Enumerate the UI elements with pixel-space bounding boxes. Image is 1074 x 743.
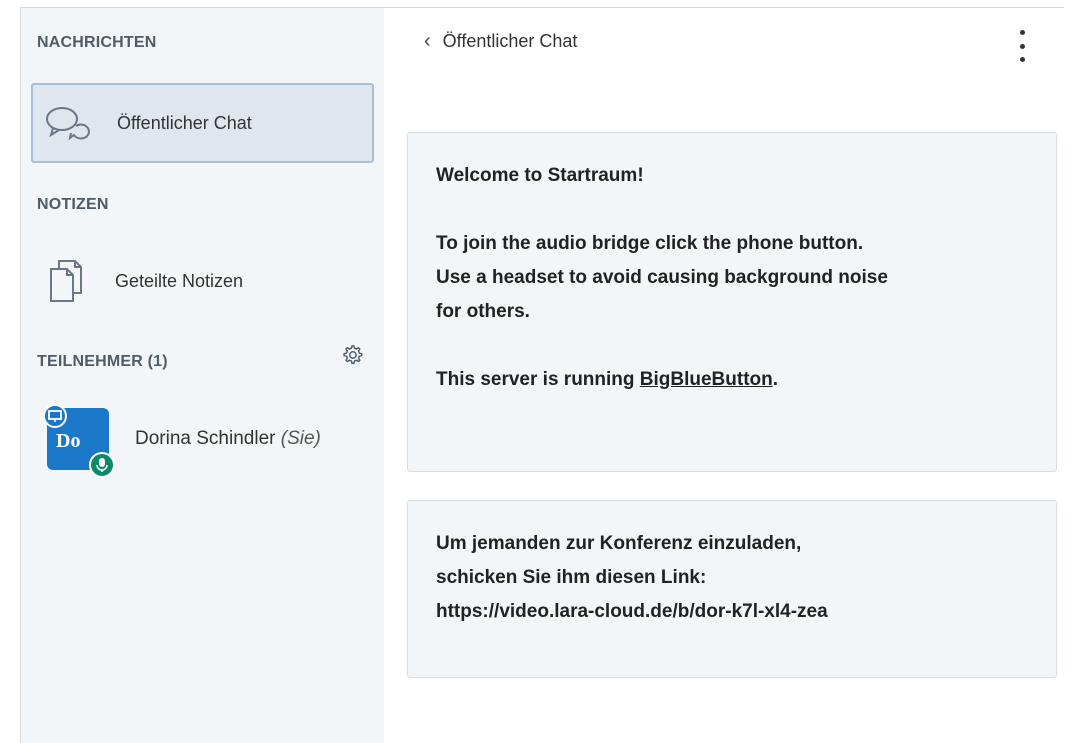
back-button[interactable]: ‹ Öffentlicher Chat [424, 30, 577, 53]
welcome-prefix: Welcome to [436, 165, 548, 186]
chevron-left-icon: ‹ [424, 30, 431, 52]
welcome-line-2: To join the audio bridge click the phone… [436, 233, 864, 254]
participants-section-title: TEILNEHMER (1) [37, 353, 168, 370]
chat-title: Öffentlicher Chat [442, 31, 578, 51]
avatar: Do [43, 404, 115, 478]
sidebar-item-public-chat[interactable]: Öffentlicher Chat [31, 83, 374, 163]
more-options-icon[interactable] [1014, 30, 1030, 62]
app-frame: NACHRICHTEN Öffentlicher Chat NOTIZEN Ge… [20, 7, 1064, 743]
welcome-line-1: Welcome to Startraum! [436, 159, 1028, 193]
avatar-initials: Do [56, 430, 81, 452]
bigbluebutton-link[interactable]: BigBlueButton [640, 369, 773, 390]
messages-section-title: NACHRICHTEN [37, 34, 157, 51]
notes-section-title: NOTIZEN [37, 196, 109, 213]
room-name: Startraum [547, 165, 638, 186]
welcome-line-3: Use a headset to avoid causing backgroun… [436, 267, 888, 288]
sidebar-item-label: Geteilte Notizen [115, 270, 244, 291]
gear-icon[interactable] [341, 344, 363, 366]
invite-link[interactable]: https://video.lara-cloud.de/b/dor-k7l-xl… [436, 595, 1028, 629]
presenter-icon [43, 404, 67, 428]
participant-name-text: Dorina Schindler [135, 428, 276, 449]
server-suffix: . [772, 369, 779, 390]
chat-panel: ‹ Öffentlicher Chat Welcome to Startraum… [384, 8, 1064, 743]
you-label: (Sie) [280, 428, 321, 449]
microphone-icon [89, 452, 115, 478]
invite-line-1: Um jemanden zur Konferenz einzuladen, [436, 533, 802, 554]
sidebar-item-label: Öffentlicher Chat [117, 112, 252, 133]
server-text: This server is running [436, 369, 640, 390]
welcome-line-4: for others. [436, 301, 530, 322]
documents-icon [31, 257, 99, 305]
participant-name: Dorina Schindler (Sie) [135, 428, 321, 450]
welcome-message: Welcome to Startraum! To join the audio … [407, 132, 1057, 472]
sidebar: NACHRICHTEN Öffentlicher Chat NOTIZEN Ge… [21, 8, 384, 743]
participant-item[interactable]: Do Dorina Schindler (Sie) [43, 404, 321, 478]
invite-line-2: schicken Sie ihm diesen Link: [436, 567, 707, 588]
sidebar-item-shared-notes[interactable]: Geteilte Notizen [31, 241, 374, 321]
chat-bubbles-icon [33, 103, 101, 143]
welcome-line-5: This server is running BigBlueButton. [436, 363, 1028, 397]
invite-message: Um jemanden zur Konferenz einzuladen, sc… [407, 500, 1057, 678]
welcome-suffix: ! [637, 165, 644, 186]
